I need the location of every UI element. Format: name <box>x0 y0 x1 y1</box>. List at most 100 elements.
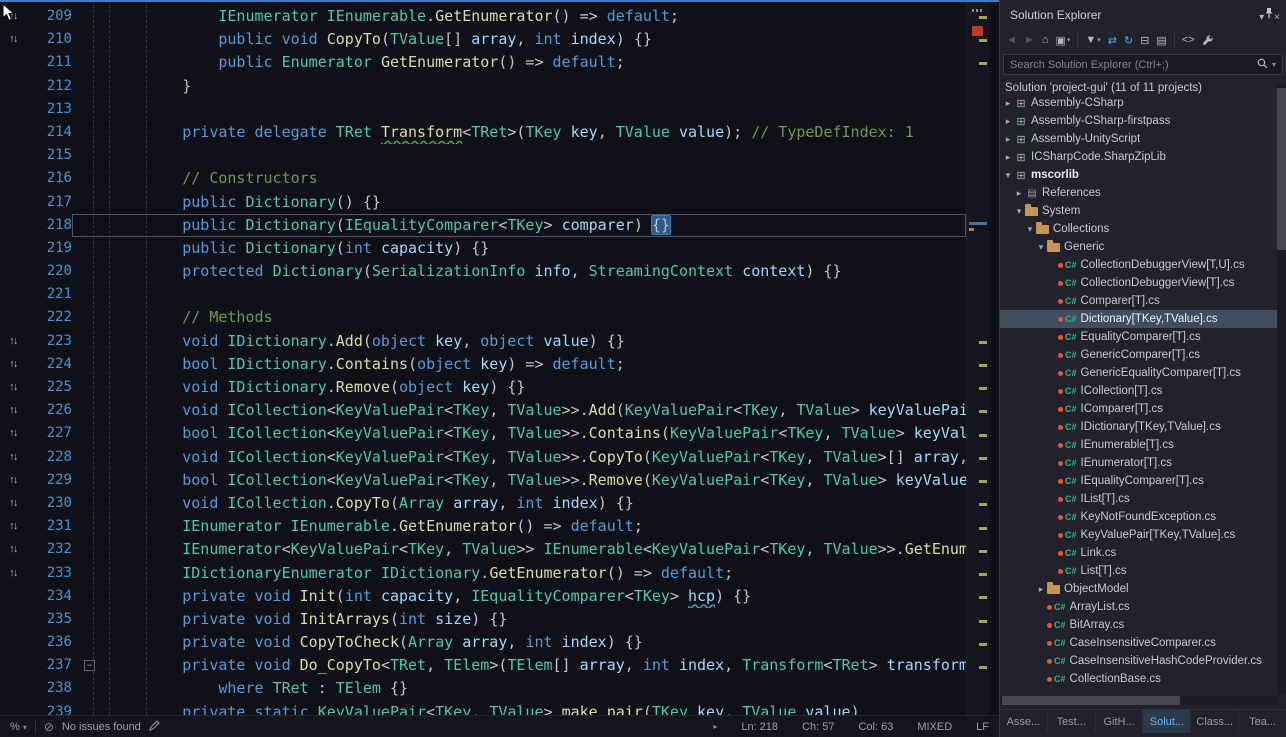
tree-item[interactable]: ▸⊞Assembly-CSharp-firstpass <box>1000 112 1278 130</box>
code-line-236[interactable]: 236 private void CopyToCheck(Array array… <box>0 631 966 654</box>
code-line-234[interactable]: 234 private void Init(int capacity, IEqu… <box>0 585 966 608</box>
line-number[interactable]: 213 <box>26 98 72 121</box>
reference-arrows-icon[interactable]: ↑↓ <box>0 399 26 422</box>
panel-tab[interactable]: GitH... <box>1096 710 1144 733</box>
panel-title-bar[interactable]: Solution Explorer ▾× <box>1000 0 1286 28</box>
line-number[interactable]: 226 <box>26 399 72 422</box>
tree-item-label[interactable]: Assembly-CSharp <box>1031 97 1124 109</box>
close-icon[interactable]: × <box>1274 12 1280 23</box>
reference-arrows-icon[interactable]: ↑↓ <box>0 446 26 469</box>
tree-item-label[interactable]: CollectionBase.cs <box>1070 673 1161 685</box>
expander-icon[interactable]: ▾ <box>1013 206 1025 217</box>
line-number[interactable]: 227 <box>26 422 72 445</box>
filter-icon[interactable]: ▼▾ <box>1085 34 1100 46</box>
expander-icon[interactable]: ▸ <box>1035 584 1047 595</box>
zoom-control[interactable]: % ▾ <box>10 721 27 733</box>
tree-item-label[interactable]: ObjectModel <box>1064 583 1129 595</box>
tree-item-label[interactable]: GenericEqualityComparer[T].cs <box>1081 367 1241 379</box>
pen-icon[interactable] <box>149 720 160 734</box>
tree-item-label[interactable]: Comparer[T].cs <box>1081 295 1160 307</box>
line-number[interactable]: 211 <box>26 51 72 74</box>
expander-icon[interactable]: ▸ <box>1002 116 1014 127</box>
code-line-226[interactable]: ↑↓226 void ICollection<KeyValuePair<TKey… <box>0 399 966 422</box>
line-number[interactable]: 223 <box>26 330 72 353</box>
reference-arrows-icon[interactable]: ↑↓ <box>0 422 26 445</box>
tree-item[interactable]: C#IEnumerator[T].cs <box>1000 454 1278 472</box>
split-editor-handle-icon[interactable] <box>972 9 984 12</box>
line-number[interactable]: 221 <box>26 283 72 306</box>
tree-item[interactable]: C#Dictionary[TKey,TValue].cs <box>1000 310 1278 328</box>
code-editor[interactable]: ↑↓209 IEnumerator IEnumerable.GetEnumera… <box>0 0 999 715</box>
tree-item[interactable]: C#IList[T].cs <box>1000 490 1278 508</box>
back-icon[interactable]: ◄ <box>1006 34 1017 46</box>
expander-icon[interactable]: ▸ <box>1002 134 1014 145</box>
reference-arrows-icon[interactable]: ↑↓ <box>0 469 26 492</box>
panel-tab[interactable]: Class... <box>1191 710 1239 733</box>
fold-collapse-icon[interactable]: − <box>84 660 95 671</box>
panel-tab[interactable]: Tea... <box>1239 710 1286 733</box>
issues-status[interactable]: No issues found <box>62 721 141 733</box>
tree-item[interactable]: C#IDictionary[TKey,TValue].cs <box>1000 418 1278 436</box>
line-number[interactable]: 214 <box>26 121 72 144</box>
tree-item[interactable]: C#EqualityComparer[T].cs <box>1000 328 1278 346</box>
chevron-down-icon[interactable]: ▾ <box>1272 60 1276 69</box>
line-indicator[interactable]: Ln: 218 <box>741 721 778 733</box>
tree-item[interactable]: C#ArrayList.cs <box>1000 598 1278 616</box>
code-line-221[interactable]: 221 <box>0 283 966 306</box>
code-line-212[interactable]: 212 } <box>0 75 966 98</box>
search-icon[interactable] <box>1257 58 1268 72</box>
code-line-238[interactable]: 238 where TRet : TElem {} <box>0 677 966 700</box>
tree-item[interactable]: C#IComparer[T].cs <box>1000 400 1278 418</box>
line-number[interactable]: 225 <box>26 376 72 399</box>
tree-item[interactable]: C#GenericComparer[T].cs <box>1000 346 1278 364</box>
tree-item[interactable]: ▾Generic <box>1000 238 1278 256</box>
tree-item[interactable]: ▾Collections <box>1000 220 1278 238</box>
code-line-210[interactable]: ↑↓210 public void CopyTo(TValue[] array,… <box>0 28 966 51</box>
tree-item[interactable]: C#IEqualityComparer[T].cs <box>1000 472 1278 490</box>
line-number[interactable]: 217 <box>26 191 72 214</box>
tree-item[interactable]: ▸▤References <box>1000 184 1278 202</box>
code-line-232[interactable]: ↑↓232 IEnumerator<KeyValuePair<TKey, TVa… <box>0 538 966 561</box>
line-number[interactable]: 236 <box>26 631 72 654</box>
line-number[interactable]: 229 <box>26 469 72 492</box>
tree-item[interactable]: C#CaseInsensitiveComparer.cs <box>1000 634 1278 652</box>
code-line-231[interactable]: ↑↓231 IEnumerator IEnumerable.GetEnumera… <box>0 515 966 538</box>
code-line-227[interactable]: ↑↓227 bool ICollection<KeyValuePair<TKey… <box>0 422 966 445</box>
code-line-215[interactable]: 215 <box>0 144 966 167</box>
tree-item[interactable]: ▸⊞Assembly-CSharp <box>1000 94 1278 112</box>
tree-item-label[interactable]: CaseInsensitiveComparer.cs <box>1070 637 1216 649</box>
line-number[interactable]: 222 <box>26 306 72 329</box>
tree-vscrollbar-thumb[interactable] <box>1277 88 1286 250</box>
line-number[interactable]: 238 <box>26 677 72 700</box>
code-line-233[interactable]: ↑↓233 IDictionaryEnumerator IDictionary.… <box>0 562 966 585</box>
solution-search-box[interactable]: Search Solution Explorer (Ctrl+;) ▾ <box>1003 54 1283 75</box>
tree-item-label[interactable]: CollectionDebuggerView[T].cs <box>1081 277 1235 289</box>
code-line-222[interactable]: 222 // Methods <box>0 306 966 329</box>
line-number[interactable]: 218 <box>26 214 72 237</box>
tree-item[interactable]: C#IEnumerable[T].cs <box>1000 436 1278 454</box>
tree-item[interactable]: ▸ ObjectModel <box>1000 580 1278 598</box>
tree-item[interactable]: C#Link.cs <box>1000 544 1278 562</box>
tree-item-label[interactable]: IEnumerator[T].cs <box>1081 457 1172 469</box>
line-number[interactable]: 228 <box>26 446 72 469</box>
tree-item-label[interactable]: Generic <box>1064 241 1104 253</box>
tree-item-label[interactable]: ICSharpCode.SharpZipLib <box>1031 151 1166 163</box>
chevron-right-icon[interactable]: ▸ <box>713 722 717 731</box>
tree-item-label[interactable]: CaseInsensitiveHashCodeProvider.cs <box>1070 655 1262 667</box>
pin-icon[interactable] <box>1264 12 1274 23</box>
tree-item-label[interactable]: IDictionary[TKey,TValue].cs <box>1081 421 1221 433</box>
line-number[interactable]: 209 <box>26 5 72 28</box>
reference-arrows-icon[interactable]: ↑↓ <box>0 562 26 585</box>
code-line-223[interactable]: ↑↓223 void IDictionary.Add(object key, o… <box>0 330 966 353</box>
properties-icon[interactable] <box>1202 34 1214 46</box>
eol-indicator[interactable]: LF <box>976 721 989 733</box>
tree-item[interactable]: C#Comparer[T].cs <box>1000 292 1278 310</box>
tree-item-label[interactable]: GenericComparer[T].cs <box>1081 349 1201 361</box>
tree-item-label[interactable]: KeyValuePair[TKey,TValue].cs <box>1081 529 1236 541</box>
code-line-217[interactable]: 217 public Dictionary() {} <box>0 191 966 214</box>
line-number[interactable]: 212 <box>26 75 72 98</box>
tree-item-label[interactable]: References <box>1042 187 1101 199</box>
tree-item-label[interactable]: Dictionary[TKey,TValue].cs <box>1081 313 1218 325</box>
tree-item[interactable]: C#ICollection[T].cs <box>1000 382 1278 400</box>
line-number[interactable]: 234 <box>26 585 72 608</box>
